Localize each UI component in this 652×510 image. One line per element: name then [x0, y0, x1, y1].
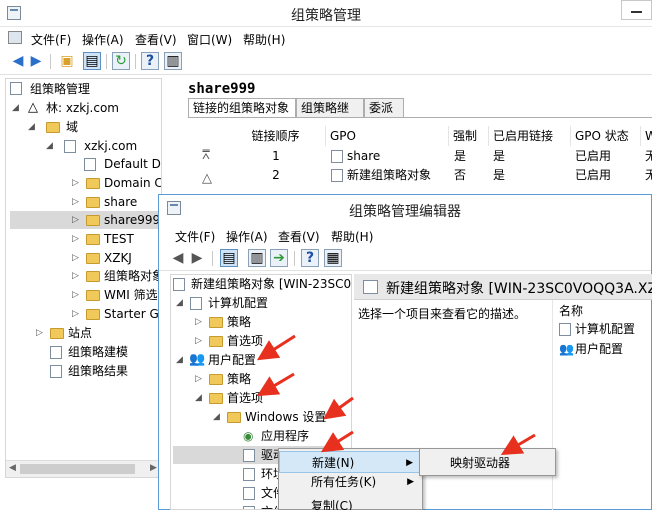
arrow-mapped-drive — [500, 433, 536, 456]
arrow-preferences — [256, 372, 295, 397]
annotation-arrows — [256, 334, 536, 456]
arrow-drive-maps — [320, 430, 354, 453]
arrow-user-config — [256, 334, 296, 361]
arrow-windows-settings — [323, 396, 354, 420]
